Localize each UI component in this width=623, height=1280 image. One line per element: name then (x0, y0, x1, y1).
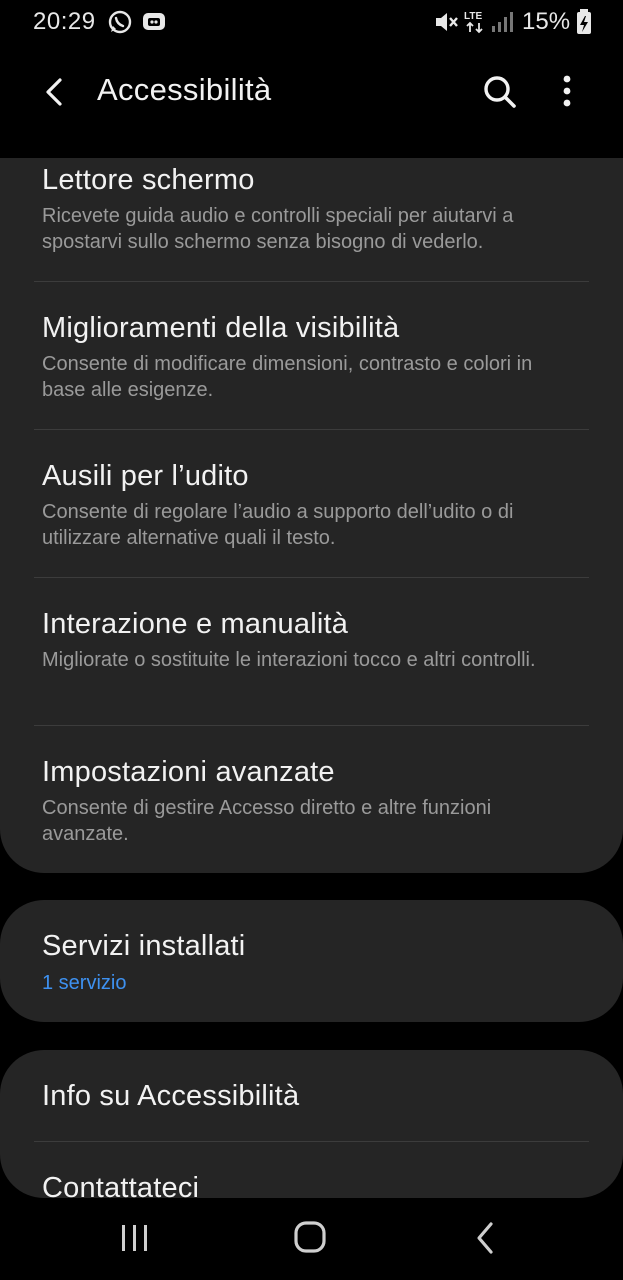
lte-label: LTE (464, 11, 482, 22)
whatsapp-icon (106, 8, 134, 41)
recent-apps-icon (122, 1225, 147, 1251)
search-icon (484, 76, 516, 108)
menu-item-about-accessibility[interactable]: Info su Accessibilità (0, 1050, 623, 1141)
menu-item-screen-reader[interactable]: Lettore schermo Ricevete guida audio e c… (0, 158, 623, 281)
page-title: Accessibilità (97, 72, 272, 107)
battery-charging-icon (575, 8, 593, 41)
lte-icon: LTE (464, 9, 490, 40)
nav-back-button[interactable] (460, 1216, 510, 1260)
item-title: Info su Accessibilità (42, 1080, 300, 1112)
back-arrow-icon (46, 78, 62, 106)
item-description: Consente di regolare l’audio a supporto … (42, 501, 514, 549)
item-description: Migliorate o sostituite le interazioni t… (42, 649, 536, 671)
status-bar: 20:29 LTE 15% (0, 0, 623, 44)
installed-services-card[interactable]: Servizi installati 1 servizio (0, 900, 623, 1022)
more-options-button[interactable] (550, 72, 584, 112)
accessibility-options-card: Lettore schermo Ricevete guida audio e c… (0, 158, 623, 873)
search-button[interactable] (480, 72, 520, 112)
item-title: Contattateci (42, 1172, 200, 1198)
home-button[interactable] (285, 1216, 335, 1260)
info-card: Info su Accessibilità Contattateci (0, 1050, 623, 1198)
home-icon (294, 1221, 326, 1253)
item-description: Ricevete guida audio e controlli special… (42, 205, 514, 253)
back-button[interactable] (34, 72, 74, 112)
status-time: 20:29 (33, 8, 96, 35)
battery-percentage: 15% (522, 8, 571, 35)
item-description: Consente di gestire Accesso diretto e al… (42, 797, 492, 845)
more-vert-icon (563, 75, 571, 107)
item-description: Consente di modificare dimensioni, contr… (42, 353, 533, 401)
menu-item-contact-us[interactable]: Contattateci (0, 1142, 623, 1198)
app-bar: Accessibilità (0, 58, 623, 124)
recent-apps-button[interactable] (110, 1216, 160, 1260)
installed-services-title: Servizi installati (42, 930, 246, 962)
item-title: Ausili per l’udito (42, 460, 249, 492)
menu-item-hearing-aids[interactable]: Ausili per l’udito Consente di regolare … (0, 430, 623, 577)
messenger-icon (140, 8, 168, 41)
menu-item-visibility-enhancements[interactable]: Miglioramenti della visibilità Consente … (0, 282, 623, 429)
signal-icon (490, 10, 514, 39)
mute-icon (432, 8, 460, 41)
navigation-bar (0, 1200, 623, 1280)
installed-services-count: 1 servizio (42, 972, 127, 994)
back-icon (477, 1222, 493, 1254)
menu-item-interaction-dexterity[interactable]: Interazione e manualità Migliorate o sos… (0, 578, 623, 725)
item-title: Interazione e manualità (42, 608, 349, 640)
item-title: Lettore schermo (42, 164, 255, 196)
item-title: Miglioramenti della visibilità (42, 312, 400, 344)
item-title: Impostazioni avanzate (42, 756, 335, 788)
menu-item-advanced-settings[interactable]: Impostazioni avanzate Consente di gestir… (0, 726, 623, 873)
